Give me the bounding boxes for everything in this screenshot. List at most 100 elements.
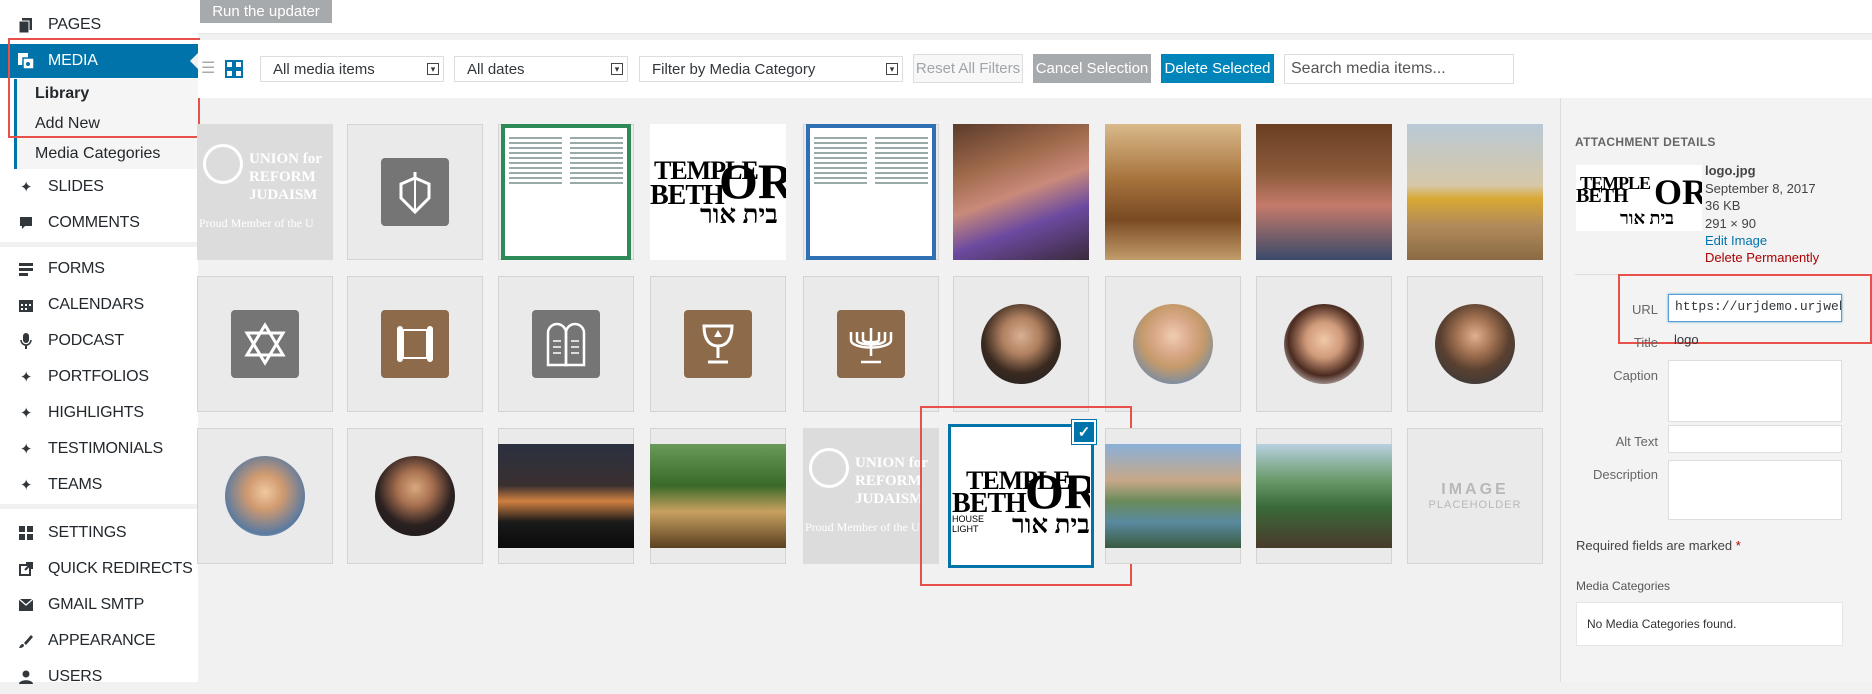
list-view-icon[interactable]: ☰ <box>201 61 217 77</box>
urj-logo-image: UNION for REFORM JUDAISM Proud Member of… <box>197 124 333 260</box>
delete-permanently-link[interactable]: Delete Permanently <box>1705 250 1819 265</box>
logo-text: בית אור <box>700 200 778 229</box>
media-tile[interactable]: TEMPLE BETH OR בית אור <box>650 124 786 260</box>
pages-icon <box>18 17 34 33</box>
run-updater-button[interactable]: Run the updater <box>200 0 332 23</box>
settings-icon <box>18 525 34 541</box>
chevron-down-icon: ▾ <box>427 63 439 75</box>
caption-textarea[interactable] <box>1668 360 1842 422</box>
search-media-input[interactable] <box>1284 54 1514 84</box>
media-tile[interactable] <box>498 428 634 564</box>
sidebar-item-pages[interactable]: PAGES <box>0 8 198 42</box>
pin-icon: ✦ <box>19 477 33 494</box>
sidebar-item-slides[interactable]: ✦ SLIDES <box>0 170 198 204</box>
edit-image-link[interactable]: Edit Image <box>1705 233 1767 248</box>
media-tile[interactable] <box>347 428 483 564</box>
green-newsletter-image <box>501 124 631 260</box>
young-woman-portrait <box>1284 304 1364 384</box>
reset-filters-button[interactable]: Reset All Filters <box>913 54 1023 83</box>
media-type-select[interactable]: All media items ▾ <box>260 56 444 82</box>
city-night-photo <box>498 444 634 548</box>
media-tile[interactable] <box>197 276 333 412</box>
star-of-david-icon <box>231 310 299 378</box>
media-tile[interactable] <box>347 276 483 412</box>
date-value: All dates <box>467 60 525 78</box>
submenu-add-new[interactable]: Add New <box>14 109 198 139</box>
submenu-media-categories[interactable]: Media Categories <box>14 139 198 169</box>
cancel-selection-button[interactable]: Cancel Selection <box>1033 54 1151 83</box>
delete-selected-button[interactable]: Delete Selected <box>1161 54 1274 83</box>
pin-icon: ✦ <box>19 369 33 386</box>
sidebar-item-podcast[interactable]: PODCAST <box>0 324 198 358</box>
media-tile[interactable] <box>347 124 483 260</box>
sidebar-item-quick-redirects[interactable]: QUICK REDIRECTS <box>0 552 198 586</box>
date-select[interactable]: All dates ▾ <box>454 56 628 82</box>
pin-icon: ✦ <box>19 405 33 422</box>
media-tile[interactable] <box>1105 428 1241 564</box>
dreidel-icon <box>381 158 449 226</box>
media-categories-box: No Media Categories found. <box>1576 602 1843 646</box>
media-tile[interactable] <box>650 428 786 564</box>
media-tile[interactable] <box>1105 124 1241 260</box>
media-tile[interactable] <box>1407 124 1543 260</box>
media-categories-heading: Media Categories <box>1576 579 1671 593</box>
sidebar-item-appearance[interactable]: APPEARANCE <box>0 624 198 658</box>
media-tile[interactable] <box>498 276 634 412</box>
sidebar-item-highlights[interactable]: ✦ HIGHLIGHTS <box>0 396 198 430</box>
sidebar-item-forms[interactable]: FORMS <box>0 252 198 286</box>
sidebar-item-comments[interactable]: COMMENTS <box>0 206 198 240</box>
media-tile[interactable] <box>803 124 939 260</box>
sidebar-item-media[interactable]: MEDIA <box>0 44 198 78</box>
required-star: * <box>1735 538 1741 553</box>
grid-view-icon[interactable] <box>225 60 243 78</box>
media-category-select[interactable]: Filter by Media Category ▾ <box>639 56 903 82</box>
media-tile[interactable] <box>498 124 634 260</box>
media-tile[interactable]: IMAGE PLACEHOLDER <box>1407 428 1543 564</box>
media-tile[interactable] <box>953 124 1089 260</box>
media-tile[interactable] <box>1105 276 1241 412</box>
url-field[interactable]: https://urjdemo.urjweb-1. <box>1668 294 1842 322</box>
urj-logo-image: UNION for REFORM JUDAISM Proud Member of… <box>803 428 939 564</box>
description-textarea[interactable] <box>1668 460 1842 520</box>
sidebar-item-label: FORMS <box>48 260 105 277</box>
elder-man-portrait <box>1435 304 1515 384</box>
logo-text: BETH <box>1576 185 1629 207</box>
jerusalem-dome-photo <box>1407 124 1543 260</box>
media-tile[interactable] <box>803 276 939 412</box>
media-tile[interactable] <box>953 276 1089 412</box>
title-field[interactable]: logo <box>1668 328 1842 356</box>
alt-text-field[interactable] <box>1668 425 1842 453</box>
sidebar-item-label: CALENDARS <box>48 296 145 313</box>
selected-checkmark-icon[interactable]: ✓ <box>1072 420 1096 444</box>
media-tile[interactable] <box>1256 276 1392 412</box>
media-type-value: All media items <box>273 60 375 78</box>
media-tile[interactable] <box>197 428 333 564</box>
sidebar-item-calendars[interactable]: CALENDARS <box>0 288 198 322</box>
media-tile[interactable]: UNION for REFORM JUDAISM Proud Member of… <box>197 124 333 260</box>
family-photo <box>953 124 1089 260</box>
sidebar-item-label: MEDIA <box>48 52 98 69</box>
sidebar-item-portfolios[interactable]: ✦ PORTFOLIOS <box>0 360 198 394</box>
laughing-man-portrait <box>225 456 305 536</box>
attachment-dimensions: 291 × 90 <box>1705 216 1756 231</box>
alt-text-label: Alt Text <box>1615 434 1658 449</box>
media-tile-selected[interactable]: TEMPLE BETH OR בית אור HOUSE LIGHT <box>948 424 1094 568</box>
sidebar-item-settings[interactable]: SETTINGS <box>0 516 198 550</box>
sidebar-item-users[interactable]: USERS <box>0 660 198 694</box>
media-tile[interactable] <box>1256 428 1392 564</box>
sidebar-item-teams[interactable]: ✦ TEAMS <box>0 468 198 502</box>
microphone-icon <box>18 333 34 349</box>
media-tile[interactable] <box>1256 124 1392 260</box>
media-tile[interactable] <box>1407 276 1543 412</box>
urj-tagline: Proud Member of the U <box>199 216 314 230</box>
sidebar-item-testimonials[interactable]: ✦ TESTIMONIALS <box>0 432 198 466</box>
submenu-library[interactable]: Library <box>14 79 198 109</box>
title-label: Title <box>1633 335 1658 350</box>
urj-line: REFORM <box>249 169 316 185</box>
sidebar-item-gmail-smtp[interactable]: GMAIL SMTP <box>0 588 198 622</box>
logo-text: HOUSE <box>952 514 985 524</box>
sidebar-item-label: COMMENTS <box>48 214 140 231</box>
attachment-filename: logo.jpg <box>1705 163 1756 178</box>
media-tile[interactable]: UNION for REFORM JUDAISM Proud Member of… <box>803 428 939 564</box>
media-tile[interactable] <box>650 276 786 412</box>
